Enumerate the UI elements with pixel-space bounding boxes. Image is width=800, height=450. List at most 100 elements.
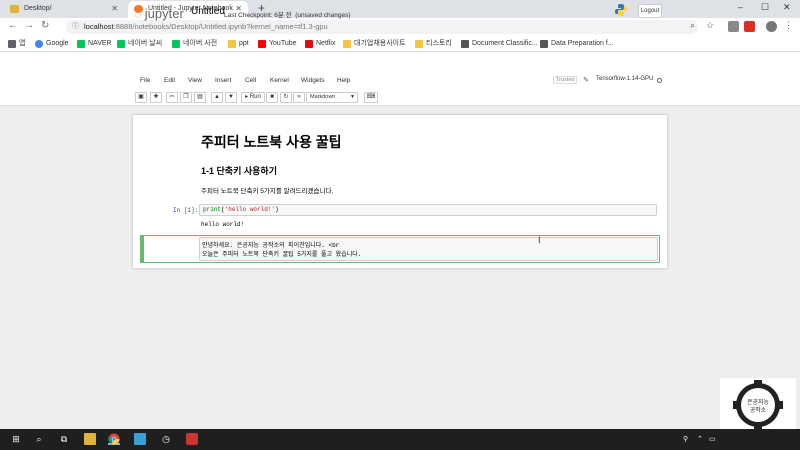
run-button[interactable]: ▸ Run [241, 92, 265, 103]
copy-button[interactable]: ❐ [180, 92, 192, 103]
restart-button[interactable]: ↻ [280, 92, 292, 103]
markdown-heading-1: 주피터 노트북 사용 꿀팁 [201, 134, 342, 150]
app-icon[interactable] [186, 433, 198, 445]
notebook-name[interactable]: Untitled [191, 6, 225, 17]
menu-kernel[interactable]: Kernel [270, 77, 289, 84]
paste-icon: ▤ [197, 94, 203, 100]
markdown-heading-2: 1-1 단축키 사용하기 [201, 166, 277, 176]
network-icon[interactable]: ▭ [709, 435, 716, 443]
close-tab-icon[interactable]: ✕ [111, 1, 118, 17]
scissors-icon: ✂ [169, 94, 175, 100]
folder-icon [228, 40, 236, 48]
minimize-button[interactable]: – [738, 2, 743, 12]
info-icon[interactable]: ⓘ [72, 20, 79, 34]
extension-icon[interactable] [728, 21, 739, 32]
bookmark-naver[interactable]: NAVER [77, 38, 112, 49]
markdown-paragraph: 주피터 노트북 단축키 5가지를 알려드리겠습니다. [201, 188, 334, 195]
text-cursor-icon: I [538, 235, 541, 245]
move-down-button[interactable]: ▼ [225, 92, 237, 103]
windows-taskbar [0, 429, 800, 450]
arrow-down-icon: ▼ [228, 94, 234, 100]
tab-desktop[interactable]: Desktop/ ✕ [4, 1, 124, 18]
folder-icon [343, 40, 351, 48]
kernel-name: Tensorflow-1.14-GPU [596, 76, 654, 82]
forward-arrow-icon[interactable]: → [24, 20, 34, 31]
star-icon[interactable]: ☆ [706, 20, 714, 31]
bookmark-youtube[interactable]: YouTube [258, 38, 297, 49]
file-explorer-icon[interactable] [84, 433, 96, 445]
cut-button[interactable]: ✂ [166, 92, 178, 103]
folder-icon [10, 5, 19, 13]
menu-file[interactable]: File [140, 77, 150, 84]
cell-type-select[interactable]: Markdown ▼ [306, 92, 358, 103]
stop-icon: ■ [270, 94, 274, 100]
bookmark-netflix[interactable]: Netflix [305, 38, 335, 49]
url-bar[interactable]: ⓘ localhost:8888/notebooks/Desktop/Untit… [66, 20, 698, 34]
menu-edit[interactable]: Edit [164, 77, 175, 84]
bookmark-ppt[interactable]: ppt [228, 38, 249, 49]
clock-app-icon[interactable]: ◷ [160, 433, 172, 445]
menu-widgets[interactable]: Widgets [301, 77, 324, 84]
chrome-icon[interactable] [108, 433, 120, 445]
task-view-icon[interactable]: ⧉ [58, 433, 70, 445]
naver-icon [77, 40, 85, 48]
folder-icon [415, 40, 423, 48]
copy-icon: ❐ [183, 94, 189, 100]
paste-button[interactable]: ▤ [194, 92, 206, 103]
person-icon[interactable]: ⚲ [683, 435, 688, 443]
reload-icon[interactable]: ↻ [41, 20, 49, 31]
bookmark-naver-weather[interactable]: 네이버 날씨 [117, 38, 162, 49]
editor-line-2: 오늘은 주피터 노트북 단축키 꿀팁 5가지를 풀고 왔습니다. [202, 251, 362, 258]
move-up-button[interactable]: ▲ [211, 92, 223, 103]
command-palette-button[interactable]: ⌨ [364, 92, 378, 103]
menu-help[interactable]: Help [337, 77, 350, 84]
bookmark-naver-dictionary[interactable]: 네이버 사전 [172, 38, 217, 49]
google-icon [35, 40, 43, 48]
jupyter-logo[interactable]: ◌ jupyter [134, 6, 184, 21]
menu-insert[interactable]: Insert [215, 77, 231, 84]
naver-icon [117, 40, 125, 48]
search-icon[interactable]: ⌕ [33, 433, 45, 445]
close-window-button[interactable]: ✕ [783, 2, 791, 13]
input-prompt: In [1]: [173, 207, 199, 214]
step-forward-icon: ▸ [245, 94, 249, 100]
address-toolbar: ← → ↻ ⓘ localhost:8888/notebooks/Desktop… [0, 18, 800, 36]
bookmark-document-classification[interactable]: Document Classific... [461, 38, 538, 49]
chevron-up-icon[interactable]: ⌃ [697, 435, 703, 443]
logout-button[interactable]: Logout [638, 4, 662, 18]
python-logo-icon [615, 4, 627, 16]
bookmark-recruit[interactable]: 대기업채용사이트 [343, 38, 406, 49]
pencil-icon[interactable]: ✎ [583, 76, 589, 84]
bookmark-apps[interactable]: 앱 [8, 38, 25, 49]
page-icon [540, 40, 548, 48]
fast-forward-icon: » [297, 94, 301, 100]
save-button[interactable]: ▣ [135, 92, 147, 103]
profile-avatar-icon[interactable] [766, 21, 777, 32]
back-arrow-icon[interactable]: ← [8, 20, 18, 31]
app-icon[interactable] [134, 433, 146, 445]
bookmark-google[interactable]: Google [35, 38, 69, 49]
menu-cell[interactable]: Cell [245, 77, 256, 84]
code-cell-input[interactable]: print('hello world!') [199, 204, 657, 216]
plus-icon: ✚ [153, 94, 159, 100]
browser-tab-strip: Desktop/ ✕ Untitled - Jupyter Notebook ✕… [0, 0, 800, 18]
editor-line-1: 안녕하세요. 은공지능 공작소의 피이찬입니다. <br [202, 242, 340, 249]
windows-start-icon[interactable]: ⊞ [10, 433, 22, 445]
apps-grid-icon [8, 40, 16, 48]
restart-run-all-button[interactable]: » [293, 92, 305, 103]
extension-red-icon[interactable] [744, 21, 755, 32]
url-host: localhost [84, 22, 114, 31]
bookmark-tistory[interactable]: 티스토리 [415, 38, 452, 49]
search-icon[interactable]: ⌕ [690, 20, 695, 31]
interrupt-button[interactable]: ■ [266, 92, 278, 103]
netflix-icon [305, 40, 313, 48]
bookmark-data-preparation[interactable]: Data Preparation f... [540, 38, 614, 49]
menu-dots-icon[interactable]: ⋮ [784, 20, 793, 31]
trusted-badge[interactable]: Trusted [553, 76, 578, 84]
page-icon [461, 40, 469, 48]
jupyter-logo-icon: ◌ [134, 7, 142, 21]
menu-view[interactable]: View [188, 77, 202, 84]
url-path: :8888/notebooks/Desktop/Untitled.ipynb?k… [113, 22, 328, 31]
maximize-button[interactable]: ☐ [761, 2, 769, 13]
insert-cell-button[interactable]: ✚ [150, 92, 162, 103]
